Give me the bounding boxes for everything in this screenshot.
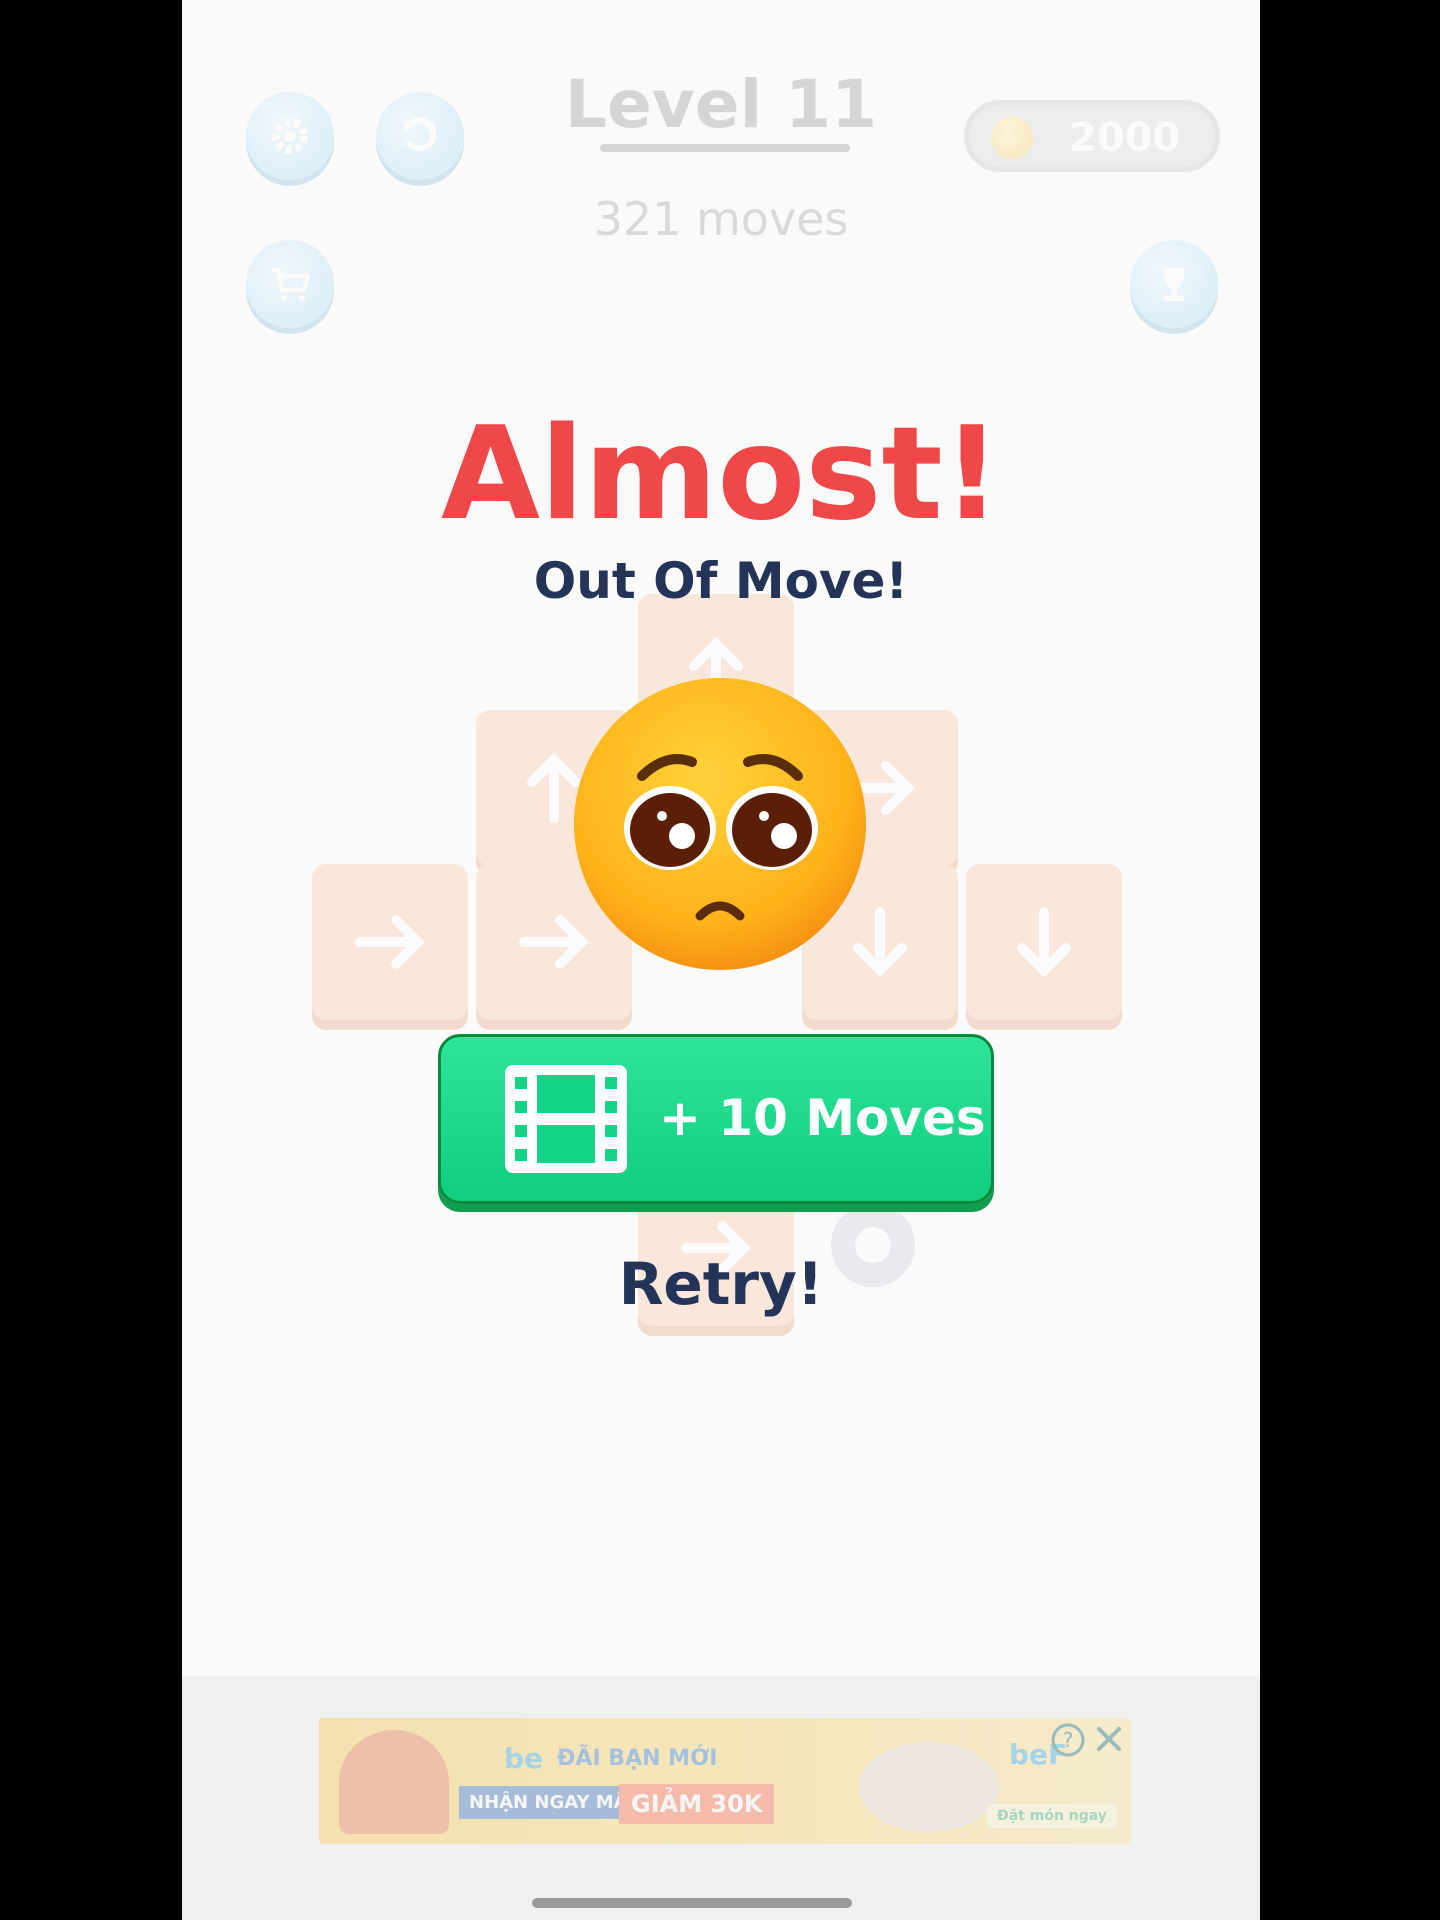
arrow-down-icon	[1017, 907, 1071, 978]
ad-info-icon[interactable]: ?	[1050, 1722, 1086, 1758]
banner-ad[interactable]: be ĐÃI BẠN MỚI NHẬN NGAY MÃ GIẢM 30K beF…	[319, 1718, 1131, 1844]
game-screen: Level 11 321 moves 2000 Almost! Out Of M…	[182, 0, 1260, 1920]
ad-cta-1: NHẬN NGAY MÃ	[459, 1786, 638, 1819]
ad-tagline: ĐÃI BẠN MỚI	[557, 1746, 718, 1771]
moves-counter: 321 moves	[593, 192, 849, 246]
coin-value: 2000	[1069, 115, 1181, 161]
ad-close-icon[interactable]	[1092, 1722, 1126, 1756]
svg-text:?: ?	[1063, 1728, 1074, 1752]
film-video-icon	[505, 1065, 627, 1173]
board-tile[interactable]	[312, 864, 468, 1020]
coin-icon	[991, 117, 1033, 159]
pleading-face-emoji-icon	[574, 678, 866, 970]
ad-order-button: Đặt món ngay	[987, 1804, 1117, 1828]
board-tile[interactable]	[966, 864, 1122, 1020]
coin-balance: 2000	[964, 100, 1220, 172]
result-subheadline: Out Of Move!	[533, 552, 909, 610]
food-image	[859, 1742, 999, 1832]
ad-cta-2: GIẢM 30K	[619, 1784, 775, 1824]
result-headline: Almost!	[441, 400, 1001, 549]
delivery-rider-image	[339, 1730, 449, 1834]
arrow-right-icon	[355, 915, 426, 969]
extra-moves-label: + 10 Moves	[659, 1089, 986, 1147]
ad-brand: be	[504, 1742, 544, 1775]
retry-button[interactable]: Retry!	[182, 1250, 1260, 1318]
shop-button[interactable]	[246, 240, 334, 328]
watch-ad-extra-moves-button[interactable]: + 10 Moves	[438, 1034, 994, 1204]
trophy-icon	[1164, 268, 1184, 301]
home-indicator[interactable]	[532, 1898, 852, 1908]
cart-icon	[272, 268, 311, 301]
level-title-underline	[600, 144, 850, 152]
leaderboard-button[interactable]	[1130, 240, 1218, 328]
